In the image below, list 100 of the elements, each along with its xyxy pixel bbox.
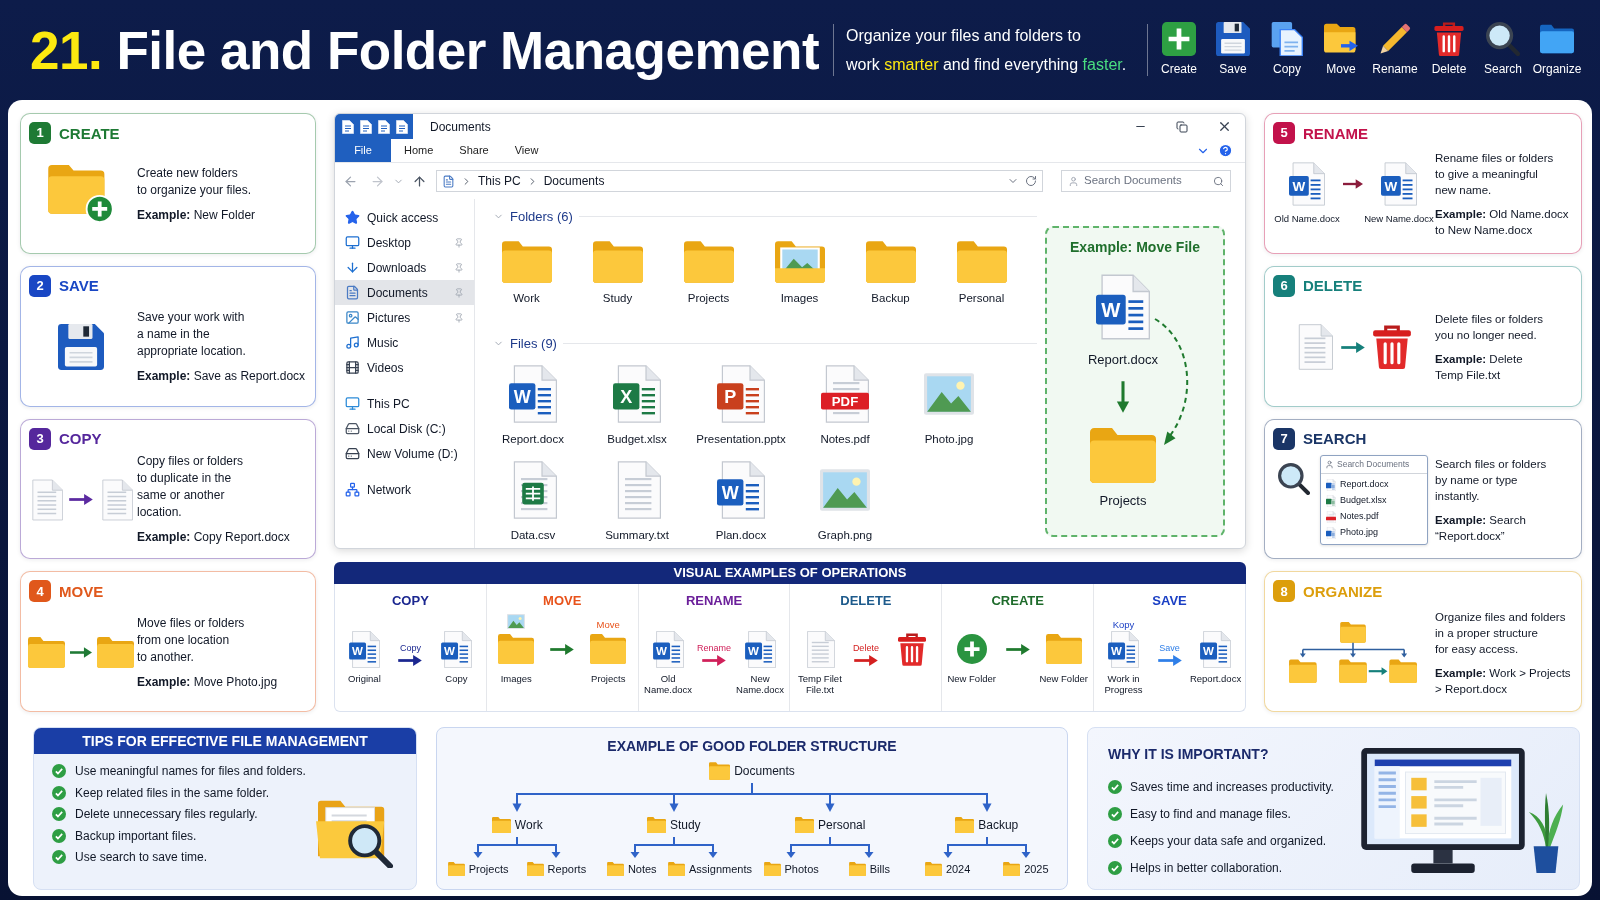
forward-icon[interactable] xyxy=(370,173,385,189)
pin-icon[interactable] xyxy=(454,237,464,248)
nav-item[interactable]: Downloads xyxy=(335,255,474,280)
search-result[interactable]: Budget.xlsx xyxy=(1321,492,1427,509)
nav-item[interactable]: Network xyxy=(335,477,474,502)
nav-item[interactable]: Pictures xyxy=(335,305,474,330)
folder-icon xyxy=(1045,634,1082,664)
page-icon[interactable] xyxy=(378,119,390,134)
folder-item[interactable]: Backup xyxy=(845,240,936,307)
folder-name: Assignments xyxy=(689,862,752,877)
folder-item[interactable]: Study xyxy=(572,240,663,307)
page-icon[interactable] xyxy=(342,119,354,134)
toolbar-button[interactable]: Copy xyxy=(1260,22,1314,78)
breadcrumb-item[interactable]: This PC xyxy=(478,172,521,190)
card-description: Save your work with a name in the appropriate location. xyxy=(137,309,247,361)
ribbon-tab[interactable]: View xyxy=(501,139,552,162)
file-item[interactable]: W Plan.docx xyxy=(689,460,793,544)
search-result[interactable]: Report.docx xyxy=(1321,476,1427,493)
card-title: ORGANIZE xyxy=(1303,583,1383,599)
pin-icon[interactable] xyxy=(454,262,464,273)
ribbon-tab[interactable]: Share xyxy=(446,139,502,162)
folder-name: Projects xyxy=(468,862,509,877)
card-title: MOVE xyxy=(59,583,104,599)
nav-item[interactable]: Quick access xyxy=(335,205,474,230)
step-number: 4 xyxy=(29,580,51,603)
check-icon xyxy=(52,764,66,779)
pin-icon[interactable] xyxy=(454,312,464,323)
file-name: New Name.docx xyxy=(1364,212,1434,227)
example-text: Example: Search “Report.docx” xyxy=(1435,512,1527,544)
toolbar-button[interactable]: Rename xyxy=(1368,22,1422,78)
ribbon-tab[interactable]: Home xyxy=(391,139,447,162)
trash-icon xyxy=(1432,22,1466,56)
file-item[interactable]: W Report.docx xyxy=(481,365,585,449)
section-title: WHY IT IS IMPORTANT? xyxy=(1108,745,1270,764)
file-item[interactable]: PDF Notes.pdf xyxy=(793,365,897,449)
back-icon[interactable] xyxy=(343,173,358,189)
search-icon[interactable] xyxy=(1213,175,1224,187)
search-input[interactable]: Search Documents xyxy=(1084,172,1208,190)
toolbar-button[interactable]: Delete xyxy=(1422,22,1476,78)
search-box[interactable]: Search Documents xyxy=(1321,455,1427,474)
check-icon xyxy=(1108,861,1122,875)
icon-caption: Move xyxy=(596,619,620,629)
nav-item[interactable]: Local Disk (C:) xyxy=(335,416,474,441)
nav-item[interactable]: Videos xyxy=(335,355,474,380)
file-item[interactable]: X Budget.xlsx xyxy=(585,365,689,449)
folder-icon xyxy=(646,817,666,833)
arrow-label: Save xyxy=(1159,642,1180,653)
document-icon: W xyxy=(1108,630,1140,668)
user-icon xyxy=(1325,459,1334,469)
page-icon[interactable] xyxy=(360,119,372,134)
search-input[interactable]: Search Documents xyxy=(1337,458,1423,471)
file-item[interactable]: Summary.txt xyxy=(585,460,689,544)
card-description: Rename files or folders to give a meaningful new name. xyxy=(1435,151,1555,199)
picture-icon xyxy=(505,614,528,629)
toolbar-button[interactable]: Save xyxy=(1206,22,1260,78)
file-item[interactable]: Photo.jpg xyxy=(897,365,1001,449)
hard-drive-icon xyxy=(345,446,360,461)
search-result[interactable]: Notes.pdf xyxy=(1321,508,1427,525)
nav-item[interactable]: This PC xyxy=(335,391,474,416)
page-icon[interactable] xyxy=(396,119,408,134)
ribbon-tab[interactable]: File xyxy=(335,139,391,162)
nav-item[interactable]: Documents xyxy=(335,280,474,305)
folder-icon xyxy=(491,817,511,833)
item-label: New Folder xyxy=(1039,673,1088,684)
card-description: Move files or folders from one location to another. xyxy=(137,614,246,666)
plus-circle-icon xyxy=(956,634,987,664)
folder-icon xyxy=(924,862,942,877)
tip-text: Delete unnecessary files regularly. xyxy=(75,806,258,824)
item-label: Images xyxy=(500,673,532,684)
folder-item[interactable]: Images xyxy=(754,240,845,307)
address-bar[interactable]: This PC Documents xyxy=(436,170,1043,192)
folder-item[interactable]: Work xyxy=(481,240,572,307)
right-arrow-icon xyxy=(69,494,93,506)
file-item[interactable]: Graph.png xyxy=(793,460,897,544)
document-icon: W xyxy=(1200,630,1232,668)
search-box[interactable]: Search Documents xyxy=(1061,170,1231,192)
window-title: Documents xyxy=(430,118,491,136)
nav-item[interactable]: Desktop xyxy=(335,230,474,255)
folder-name: Projects xyxy=(1099,491,1147,510)
help-icon[interactable] xyxy=(1218,143,1233,158)
folder-item[interactable]: Personal xyxy=(936,240,1027,307)
refresh-icon[interactable] xyxy=(1025,175,1037,187)
step-number: 7 xyxy=(1273,427,1295,450)
search-result[interactable]: Photo.jpg xyxy=(1321,524,1427,541)
document-icon: W xyxy=(1381,162,1417,207)
check-icon xyxy=(52,828,66,843)
toolbar-button[interactable]: Move xyxy=(1314,22,1368,78)
nav-item[interactable]: New Volume (D:) xyxy=(335,441,474,466)
pin-icon[interactable] xyxy=(454,287,464,298)
file-item[interactable]: Data.csv xyxy=(481,460,585,544)
toolbar-button[interactable]: Organize xyxy=(1530,22,1584,78)
toolbar-button[interactable]: Create xyxy=(1152,22,1206,78)
step-number: 8 xyxy=(1273,580,1295,603)
folder-item[interactable]: Projects xyxy=(663,240,754,307)
nav-item[interactable]: Music xyxy=(335,330,474,355)
file-item[interactable]: P Presentation.pptx xyxy=(689,365,793,449)
card-description: Copy files or folders to duplicate in the same or another location. xyxy=(137,453,245,522)
breadcrumb-item[interactable]: Documents xyxy=(543,172,605,190)
folder-name: Notes xyxy=(627,862,657,877)
toolbar-button[interactable]: Search xyxy=(1476,22,1530,78)
